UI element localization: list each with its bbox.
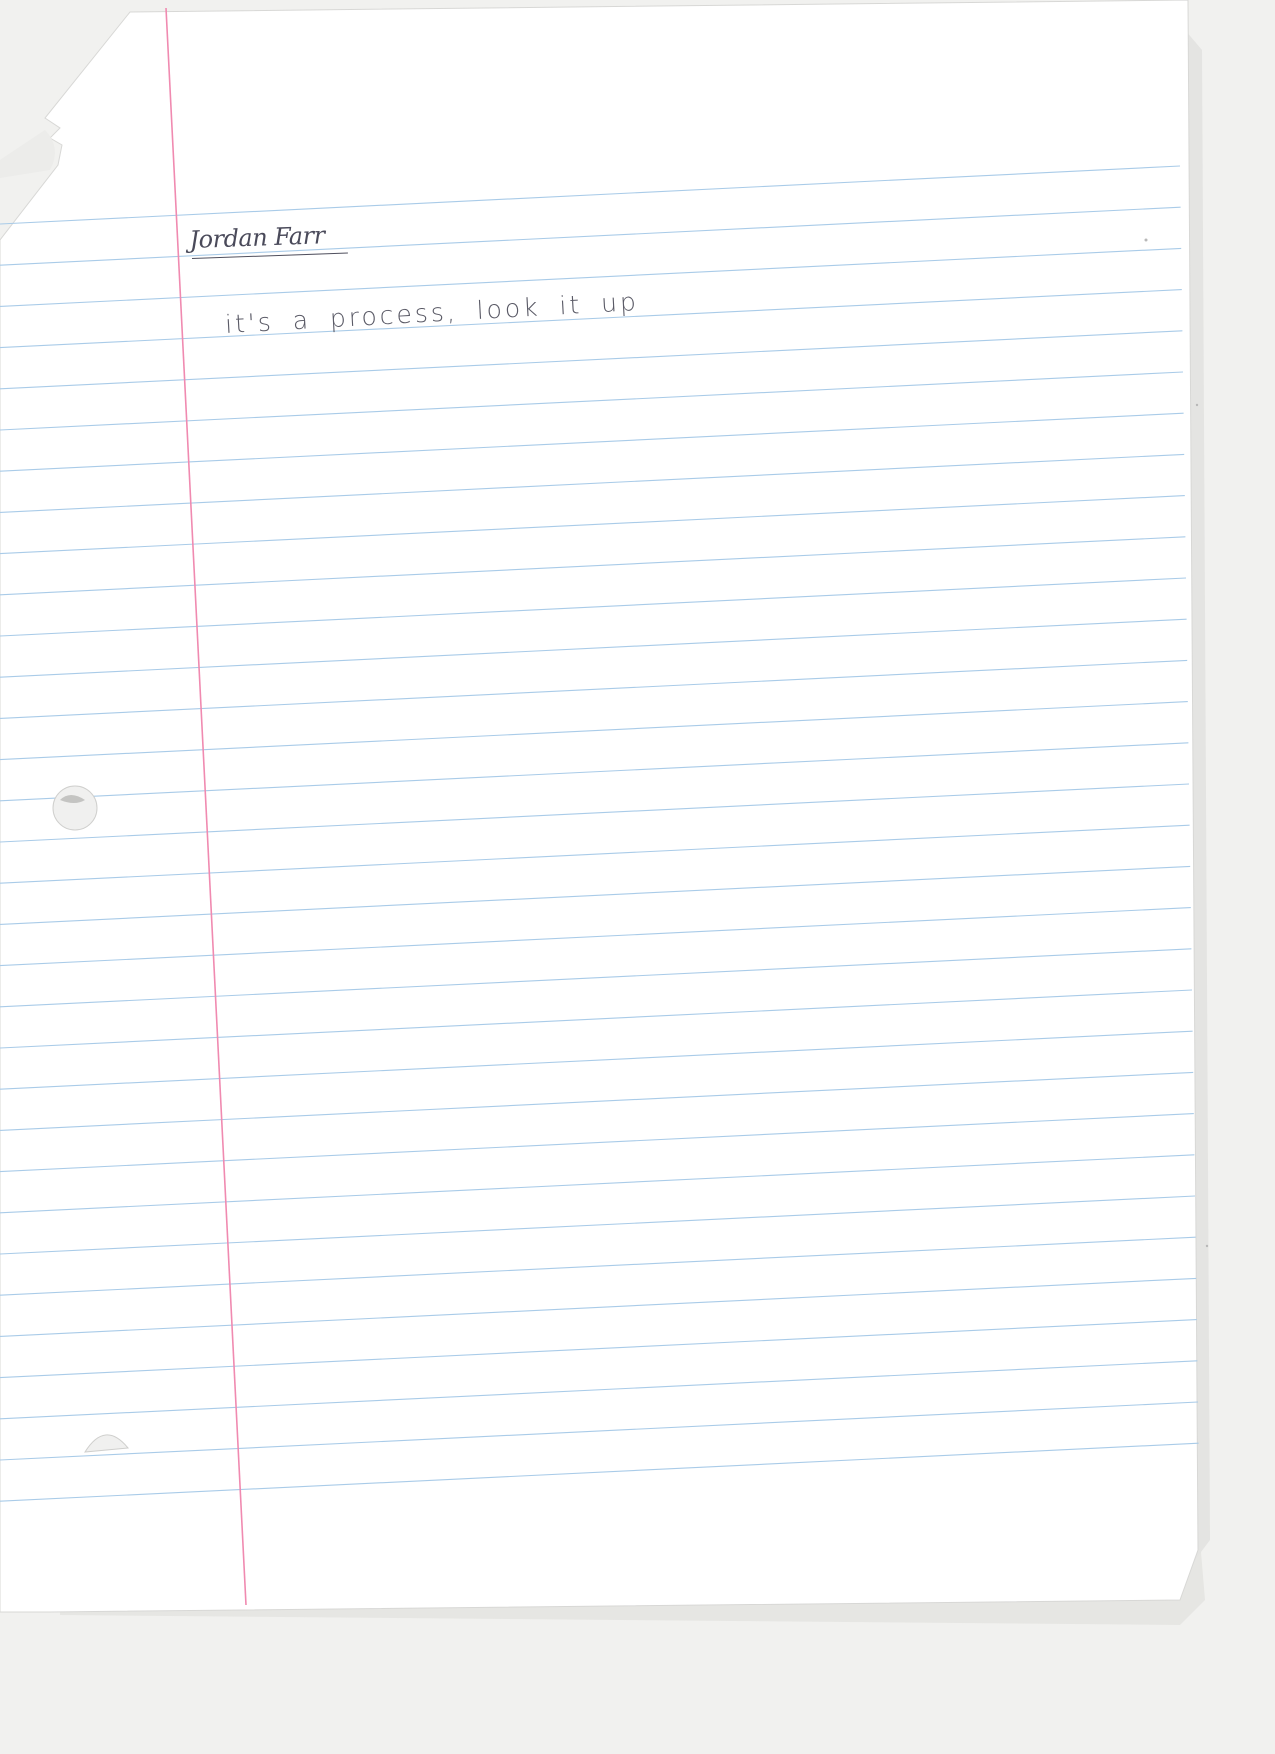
binder-hole-middle [52,785,98,831]
paper-sheet [0,0,1199,1613]
binder-hole-top [0,130,55,178]
scanned-notebook-page [0,0,1210,1625]
note-title: Jordan Farr [189,221,325,254]
